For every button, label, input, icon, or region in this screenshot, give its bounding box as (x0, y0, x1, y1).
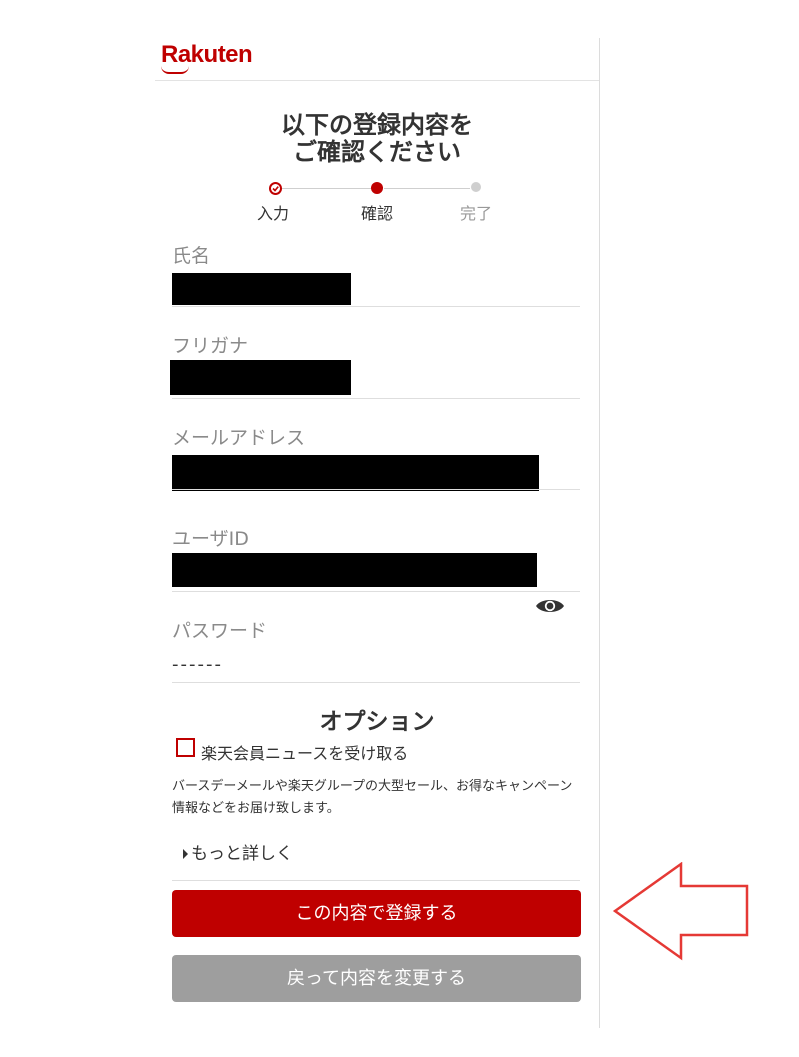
name-value-redacted (172, 273, 351, 305)
newsletter-description: バースデーメールや楽天グループの大型セール、お得なキャンペーン情報などをお届け致… (172, 779, 573, 816)
password-label: パスワード (172, 620, 268, 642)
step-connector-1 (281, 188, 371, 189)
rakuten-logo[interactable]: Rakuten (161, 41, 253, 69)
name-label: 氏名 (172, 245, 211, 267)
page-title-line2: ご確認ください (293, 138, 461, 166)
registration-panel: Rakuten 以下の登録内容を ご確認ください 入力 確認 完了 氏名 フリガ… (155, 38, 600, 1028)
more-details-label: もっと詳しく (191, 844, 293, 864)
step-label-confirm: 確認 (361, 204, 394, 223)
step-done-icon (269, 182, 282, 195)
header: Rakuten (155, 38, 599, 81)
userid-value-redacted (172, 553, 537, 587)
step-pending-dot (471, 182, 481, 192)
step-label-complete: 完了 (460, 204, 493, 223)
options-title: オプション (319, 709, 435, 735)
step-label-input: 入力 (257, 204, 290, 223)
more-details-toggle[interactable]: もっと詳しく (183, 839, 293, 864)
back-edit-button[interactable]: 戻って内容を変更する (172, 955, 581, 1002)
name-divider (172, 306, 580, 307)
furigana-label: フリガナ (172, 335, 249, 357)
password-value: ------ (172, 654, 223, 675)
email-divider (172, 489, 580, 490)
show-password-eye-icon[interactable] (535, 596, 565, 616)
email-label: メールアドレス (172, 427, 306, 449)
options-divider (172, 880, 580, 881)
email-value-redacted (172, 455, 539, 491)
register-button[interactable]: この内容で登録する (172, 890, 581, 937)
step-current-dot (371, 182, 383, 194)
caret-right-icon (183, 849, 188, 859)
step-connector-2 (384, 188, 470, 189)
page-title-line1: 以下の登録内容を (281, 111, 473, 139)
logo-swoosh (161, 66, 189, 74)
pointer-arrow-icon (612, 862, 749, 961)
furigana-value-redacted (170, 360, 351, 395)
newsletter-checkbox[interactable] (176, 738, 195, 757)
newsletter-label[interactable]: 楽天会員ニュースを受け取る (201, 740, 408, 764)
userid-label: ユーザID (172, 528, 249, 550)
userid-divider (172, 591, 580, 592)
password-divider (172, 682, 580, 683)
furigana-divider (172, 398, 580, 399)
page-title: 以下の登録内容を ご確認ください (155, 112, 599, 166)
